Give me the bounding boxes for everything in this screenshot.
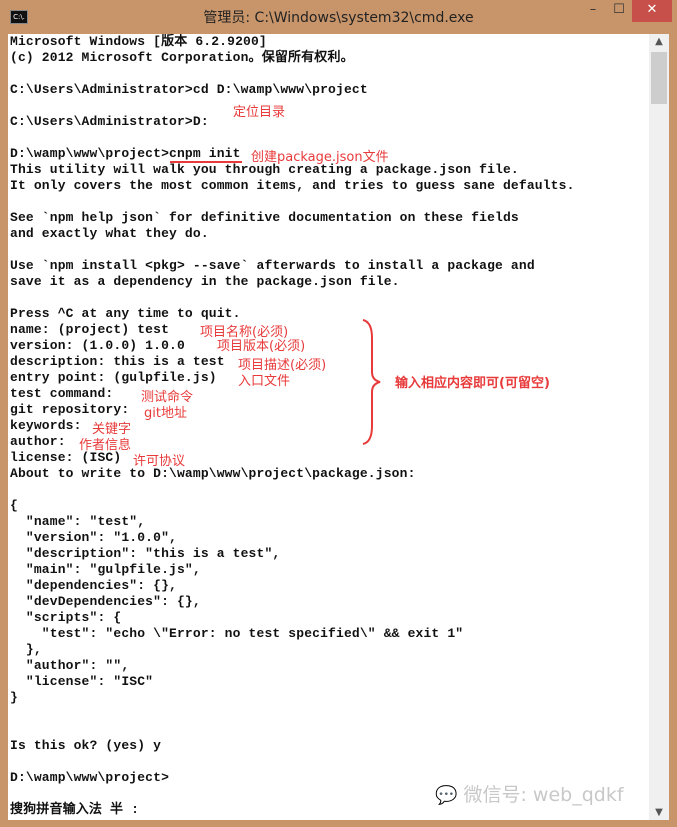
wechat-icon: 💬	[435, 785, 458, 806]
watermark: 💬 微信号: web_qdkf	[435, 780, 624, 807]
brace-icon	[362, 319, 381, 445]
annotation-license: 许可协议	[133, 454, 186, 469]
annotation-entry: 入口文件	[238, 374, 291, 389]
console-line: "version": "1.0.0",	[10, 530, 177, 545]
console-line: git repository:	[10, 402, 130, 417]
annotation-underline	[170, 161, 242, 163]
console-line: About to write to D:\wamp\www\project\pa…	[10, 466, 416, 481]
minimize-button[interactable]: –	[580, 0, 606, 22]
console-line: "name": "test",	[10, 514, 146, 529]
console-line: and exactly what they do.	[10, 226, 209, 241]
console-line: "test": "echo \"Error: no test specified…	[10, 626, 464, 641]
scroll-down-icon[interactable]: ▼	[649, 807, 669, 818]
console-line: C:\Users\Administrator>D:	[10, 114, 209, 129]
console-line: "main": "gulpfile.js",	[10, 562, 201, 577]
console-line: }	[10, 690, 18, 705]
annotation-version: 项目版本(必须)	[217, 339, 306, 354]
window-title: 管理员: C:\Windows\system32\cmd.exe	[203, 10, 474, 26]
console-line: It only covers the most common items, an…	[10, 178, 575, 193]
scroll-up-icon[interactable]: ▲	[649, 36, 669, 47]
console-line: Press ^C at any time to quit.	[10, 306, 241, 321]
console-line: Microsoft Windows [版本 6.2.9200]	[10, 34, 267, 49]
title-bar: C:\. 管理员: C:\Windows\system32\cmd.exe – …	[0, 0, 677, 33]
annotation-locate-dir: 定位目录	[233, 105, 286, 120]
console-line: Use `npm install <pkg> --save` afterward…	[10, 258, 535, 273]
annotation-summary: 输入相应内容即可(可留空)	[395, 376, 550, 391]
annotation-create-package: 创建package.json文件	[251, 150, 389, 165]
watermark-text: 微信号: web_qdkf	[463, 784, 624, 806]
console-line: (c) 2012 Microsoft Corporation。保留所有权利。	[10, 50, 354, 65]
console-line: C:\Users\Administrator>cd D:\wamp\www\pr…	[10, 82, 368, 97]
maximize-button[interactable]: ☐	[606, 0, 632, 22]
console-line: },	[10, 642, 42, 657]
annotation-author: 作者信息	[79, 438, 132, 453]
console-line: "devDependencies": {},	[10, 594, 201, 609]
vertical-scrollbar[interactable]: ▲ ▼	[649, 34, 669, 820]
console-line: {	[10, 498, 18, 513]
console-line: See `npm help json` for definitive docum…	[10, 210, 519, 225]
console-line: "author": "",	[10, 658, 130, 673]
console-line: save it as a dependency in the package.j…	[10, 274, 400, 289]
close-button[interactable]: ✕	[632, 0, 672, 22]
console-line: "description": "this is a test",	[10, 546, 281, 561]
console-line: Is this ok? (yes) y	[10, 738, 162, 753]
annotation-git: git地址	[144, 406, 187, 421]
scrollbar-thumb[interactable]	[651, 52, 667, 104]
console-line: "license": "ISC"	[10, 674, 154, 689]
console-line: "dependencies": {},	[10, 578, 177, 593]
console-line: "scripts": {	[10, 610, 122, 625]
